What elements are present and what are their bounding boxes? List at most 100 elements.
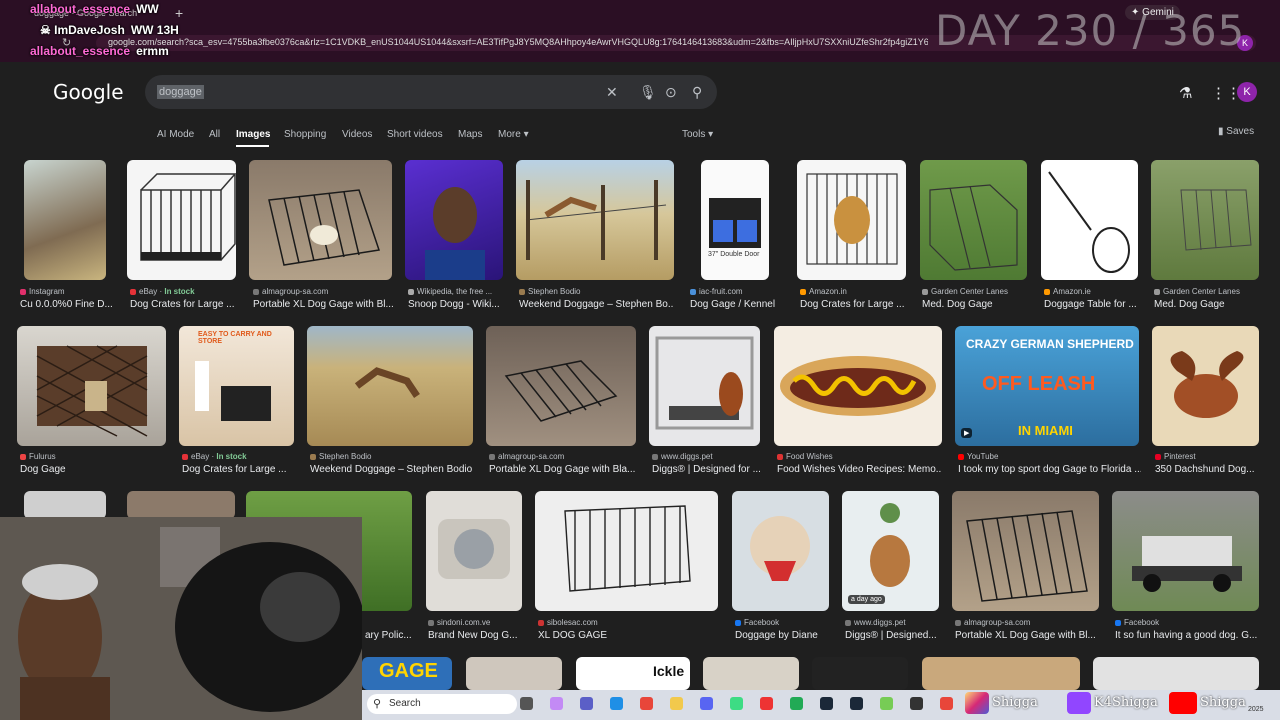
teams-icon[interactable] (580, 697, 593, 710)
result-image[interactable] (17, 326, 166, 446)
result-source[interactable]: sibolesac.com (538, 618, 718, 627)
result-source[interactable]: iac-fruit.com (690, 287, 785, 296)
result-image[interactable] (774, 326, 942, 446)
result-image[interactable] (812, 657, 908, 690)
tab-all[interactable]: All (209, 129, 220, 140)
result-title[interactable]: Weekend Doggage – Stephen Bodio (310, 464, 475, 475)
result-source[interactable]: Instagram (20, 287, 110, 296)
copilot-icon[interactable] (550, 697, 563, 710)
clock[interactable]: 2025 (1248, 706, 1264, 713)
steam-icon[interactable] (850, 697, 863, 710)
result-image[interactable] (703, 657, 799, 690)
tab-videos[interactable]: Videos (342, 129, 372, 140)
result-source[interactable]: almagroup-sa.com (489, 452, 639, 461)
result-title[interactable]: Dog Gage (20, 464, 160, 475)
result-title[interactable]: Weekend Doggage – Stephen Bo... (519, 299, 674, 310)
result-title[interactable]: Dog Crates for Large ... (800, 299, 910, 310)
result-image[interactable] (1041, 160, 1138, 280)
result-image[interactable] (922, 657, 1080, 690)
file-explorer-icon[interactable] (670, 697, 683, 710)
result-title[interactable]: I took my top sport dog Gage to Florida … (958, 464, 1141, 475)
result-image[interactable] (535, 491, 718, 611)
result-title[interactable]: Diggs® | Designed for ... (652, 464, 762, 475)
saves-button[interactable]: ▮ Saves (1218, 126, 1254, 137)
result-image[interactable]: EASY TO CARRY AND STORE (179, 326, 294, 446)
result-image[interactable] (1093, 657, 1259, 690)
lens-icon[interactable]: ⊙ (665, 84, 677, 101)
tab-ai-mode[interactable]: AI Mode (157, 129, 194, 140)
result-title[interactable]: Brand New Dog G... (428, 630, 523, 641)
result-source[interactable]: almagroup-sa.com (253, 287, 393, 296)
result-source[interactable]: Amazon.in (800, 287, 910, 296)
result-source[interactable]: Stephen Bodio (519, 287, 674, 296)
new-tab-button[interactable]: + (175, 5, 183, 21)
result-image[interactable]: CRAZY GERMAN SHEPHERD OFF LEASH IN MIAMI… (955, 326, 1139, 446)
result-image[interactable]: 37" Double Door (701, 160, 769, 280)
result-title[interactable]: Doggage Table for ... (1044, 299, 1144, 310)
result-image[interactable] (249, 160, 392, 280)
result-source[interactable]: Amazon.ie (1044, 287, 1144, 296)
result-image[interactable] (952, 491, 1099, 611)
result-image[interactable] (797, 160, 906, 280)
search-icon[interactable]: ⚲ (692, 84, 702, 101)
app-icon[interactable] (880, 697, 893, 710)
result-title[interactable]: ary Polic... (365, 630, 415, 641)
result-source[interactable]: Garden Center Lanes (922, 287, 1032, 296)
result-title[interactable]: XL DOG GAGE (538, 630, 718, 641)
url-text[interactable]: google.com/search?sca_esv=4755ba3fbe0376… (108, 37, 928, 47)
result-image[interactable] (24, 160, 106, 280)
result-source[interactable]: Garden Center Lanes (1154, 287, 1264, 296)
microphone-icon[interactable]: 🎙 (639, 84, 657, 101)
result-image[interactable] (732, 491, 829, 611)
result-image[interactable] (466, 657, 562, 690)
result-image[interactable] (920, 160, 1027, 280)
result-title[interactable]: Dog Crates for Large ... (182, 464, 294, 475)
app-icon[interactable] (760, 697, 773, 710)
result-image[interactable] (1152, 326, 1259, 446)
result-title[interactable]: Doggage by Diane (735, 630, 832, 641)
tools-button[interactable]: Tools ▾ (682, 129, 713, 140)
result-image[interactable]: Ickle (576, 657, 690, 690)
result-image[interactable] (426, 491, 522, 611)
result-title[interactable]: Portable XL Dog Gage with Bla... (489, 464, 639, 475)
result-source[interactable]: Food Wishes (777, 452, 942, 461)
tab-images[interactable]: Images (236, 129, 270, 140)
result-source[interactable]: Stephen Bodio (310, 452, 470, 461)
result-source[interactable]: Pinterest (1155, 452, 1260, 461)
result-image[interactable]: GAGE (362, 657, 452, 690)
app-icon[interactable] (730, 697, 743, 710)
result-title[interactable]: Portable XL Dog Gage with Bl... (955, 630, 1102, 641)
result-source[interactable]: Fulurus (20, 452, 160, 461)
result-image[interactable] (24, 491, 106, 519)
result-source[interactable]: YouTube (958, 452, 1138, 461)
result-source[interactable]: www.diggs.pet (845, 618, 942, 627)
result-source[interactable]: eBay · In stock (182, 452, 292, 461)
result-source[interactable]: almagroup-sa.com (955, 618, 1102, 627)
search-box[interactable] (145, 75, 717, 109)
search-input[interactable]: doggage (157, 85, 204, 99)
task-view-icon[interactable] (520, 697, 533, 710)
result-title[interactable]: Food Wishes Video Recipes: Memo... (777, 464, 942, 475)
result-title[interactable]: Med. Dog Gage (922, 299, 1032, 310)
result-title[interactable]: Dog Crates for Large ... (130, 299, 240, 310)
account-avatar[interactable]: K (1237, 82, 1257, 102)
tab-short-videos[interactable]: Short videos (387, 129, 443, 140)
result-title[interactable]: Cu 0.0.0%0 Fine D... (20, 299, 112, 310)
result-source[interactable]: www.diggs.pet (652, 452, 762, 461)
obs-icon[interactable] (910, 697, 923, 710)
result-source[interactable]: eBay · In stock (130, 287, 236, 296)
result-image[interactable] (486, 326, 636, 446)
discord-icon[interactable] (700, 697, 713, 710)
tab-more[interactable]: More ▾ (498, 129, 529, 140)
tab-maps[interactable]: Maps (458, 129, 482, 140)
app-icon[interactable] (790, 697, 803, 710)
result-title[interactable]: Portable XL Dog Gage with Bl... (253, 299, 393, 310)
tab-shopping[interactable]: Shopping (284, 129, 326, 140)
result-title[interactable]: Dog Gage / Kennel (690, 299, 785, 310)
edge-icon[interactable] (610, 697, 623, 710)
result-image[interactable] (649, 326, 760, 446)
result-title[interactable]: Diggs® | Designed... (845, 630, 942, 641)
result-image[interactable] (307, 326, 473, 446)
result-image[interactable]: a day ago (842, 491, 939, 611)
result-title[interactable]: 350 Dachshund Dog... (1155, 464, 1260, 475)
